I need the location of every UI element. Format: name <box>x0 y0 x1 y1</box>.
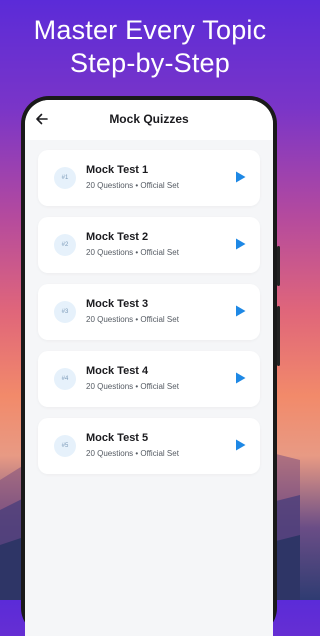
play-icon[interactable] <box>235 171 246 183</box>
quiz-card[interactable]: #2 Mock Test 2 20 Questions • Official S… <box>38 217 260 273</box>
quiz-title: Mock Test 2 <box>86 231 149 243</box>
quiz-title: Mock Test 5 <box>86 432 149 444</box>
promo-headline-line-2: Step-by-Step <box>70 48 230 78</box>
quiz-number-badge: #5 <box>54 435 76 457</box>
quiz-number-badge: #3 <box>54 301 76 323</box>
quiz-card[interactable]: #1 Mock Test 1 20 Questions • Official S… <box>38 150 260 206</box>
app-screen: Mock Quizzes #1 Mock Test 1 20 Questions… <box>25 100 273 636</box>
play-icon[interactable] <box>235 238 246 250</box>
promo-headline-line-1: Master Every Topic <box>33 15 267 45</box>
play-icon[interactable] <box>235 305 246 317</box>
phone-side-button <box>277 306 280 366</box>
quiz-meta: 20 Questions • Official Set <box>86 449 179 458</box>
page-title: Mock Quizzes <box>109 112 189 126</box>
quiz-number-badge: #1 <box>54 167 76 189</box>
quiz-meta: 20 Questions • Official Set <box>86 248 179 257</box>
promo-headline: Master Every Topic Step-by-Step <box>0 14 300 80</box>
phone-side-button <box>277 246 280 286</box>
quiz-meta: 20 Questions • Official Set <box>86 382 179 391</box>
quiz-number-badge: #2 <box>54 234 76 256</box>
quiz-number-badge: #4 <box>54 368 76 390</box>
quiz-card[interactable]: #3 Mock Test 3 20 Questions • Official S… <box>38 284 260 340</box>
quiz-meta: 20 Questions • Official Set <box>86 181 179 190</box>
quiz-title: Mock Test 3 <box>86 298 149 310</box>
quiz-card[interactable]: #5 Mock Test 5 20 Questions • Official S… <box>38 418 260 474</box>
app-bar: Mock Quizzes <box>25 100 273 140</box>
quiz-meta: 20 Questions • Official Set <box>86 315 179 324</box>
play-icon[interactable] <box>235 439 246 451</box>
quiz-card[interactable]: #4 Mock Test 4 20 Questions • Official S… <box>38 351 260 407</box>
play-icon[interactable] <box>235 372 246 384</box>
phone-frame: Mock Quizzes #1 Mock Test 1 20 Questions… <box>21 96 280 636</box>
quiz-title: Mock Test 4 <box>86 365 149 377</box>
quiz-title: Mock Test 1 <box>86 164 149 176</box>
